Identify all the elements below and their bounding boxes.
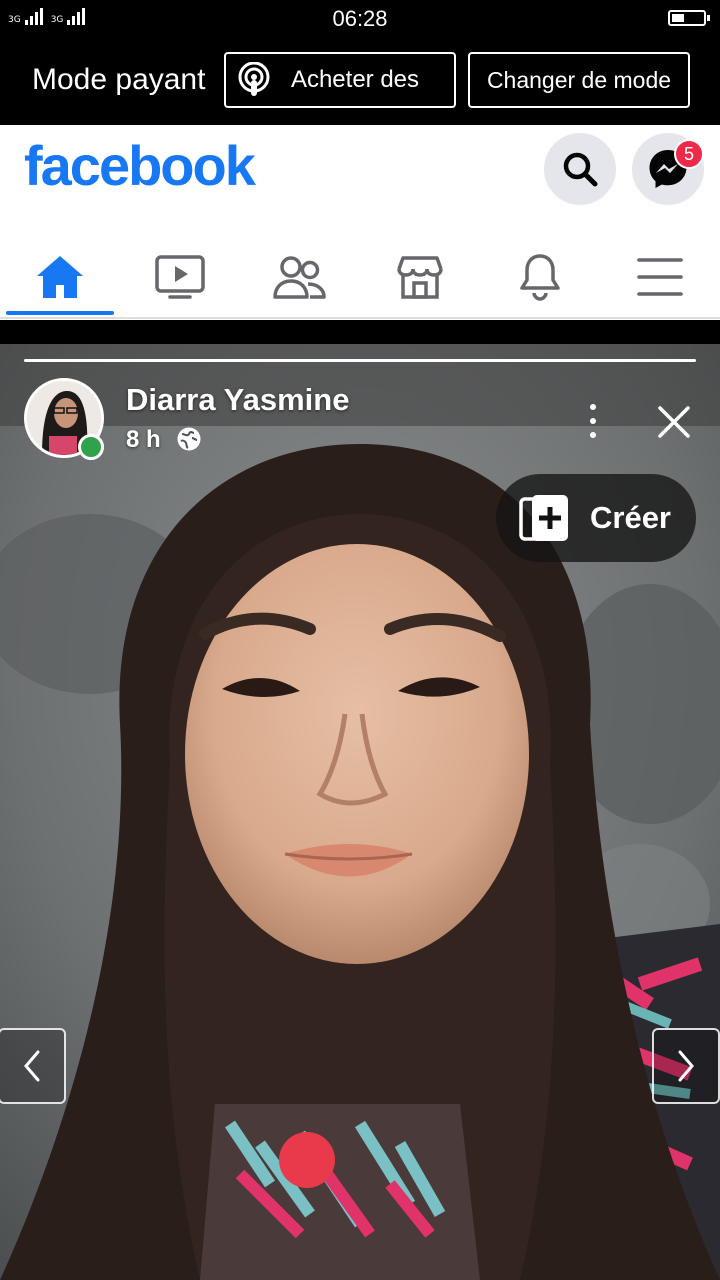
- main-nav: [0, 235, 720, 319]
- tab-video[interactable]: [125, 235, 235, 319]
- messenger-button[interactable]: 5: [632, 133, 704, 205]
- active-tab-indicator: [6, 311, 114, 315]
- menu-icon: [637, 258, 683, 296]
- story-timestamp: 8 h: [126, 426, 161, 453]
- previous-story-button[interactable]: [0, 1028, 66, 1104]
- story-progress-bar: [24, 359, 696, 362]
- messenger-badge: 5: [674, 139, 704, 169]
- dot: [590, 404, 596, 410]
- add-story-icon: [519, 495, 568, 541]
- more-options-button[interactable]: [578, 404, 608, 438]
- status-bar: 3G 3G 06:28: [0, 0, 720, 36]
- chevron-left-icon: [24, 1050, 40, 1082]
- facebook-header: facebook 5: [0, 125, 720, 320]
- buy-data-label: Acheter des: [290, 66, 420, 93]
- nav-divider: [0, 317, 720, 319]
- create-story-button[interactable]: Créer: [496, 474, 696, 562]
- tab-home[interactable]: [5, 235, 115, 319]
- globe-icon: [177, 427, 201, 451]
- friends-icon: [273, 256, 326, 299]
- marketplace-icon: [397, 256, 443, 299]
- story-header: [0, 344, 720, 426]
- switch-mode-button[interactable]: Changer de mode: [468, 52, 690, 108]
- battery-icon: [668, 10, 710, 26]
- create-story-label: Créer: [590, 500, 671, 535]
- dot: [590, 432, 596, 438]
- story-author-name[interactable]: Diarra Yasmine: [126, 382, 349, 418]
- battery-level: [672, 14, 684, 22]
- buy-data-button[interactable]: Acheter des: [224, 52, 456, 108]
- podcast-icon: [238, 62, 270, 96]
- chevron-right-icon: [678, 1050, 694, 1082]
- video-icon: [155, 255, 205, 299]
- tab-marketplace[interactable]: [365, 235, 475, 319]
- clock: 06:28: [332, 6, 388, 31]
- data-mode-label: Mode payant: [32, 63, 206, 96]
- bell-icon: [520, 254, 560, 301]
- tab-menu[interactable]: [605, 235, 715, 319]
- close-icon[interactable]: [654, 402, 694, 442]
- next-story-button[interactable]: [652, 1028, 720, 1104]
- search-button[interactable]: [544, 133, 616, 205]
- data-mode-bar: Mode payant Acheter des Changer de mode: [0, 36, 720, 125]
- story-viewer[interactable]: Diarra Yasmine 8 h Créer: [0, 344, 720, 1280]
- search-icon: [563, 152, 598, 187]
- online-indicator: [78, 434, 104, 460]
- dot: [590, 418, 596, 424]
- home-icon: [37, 256, 83, 298]
- facebook-logo[interactable]: facebook: [24, 133, 256, 198]
- tab-friends[interactable]: [245, 235, 355, 319]
- tab-notifications[interactable]: [485, 235, 595, 319]
